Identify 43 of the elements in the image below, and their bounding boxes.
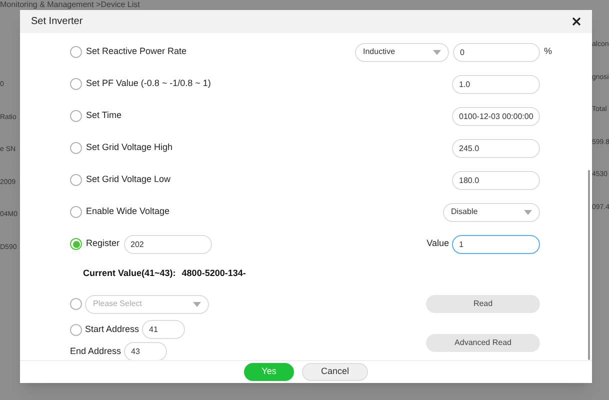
setting-label: Set Grid Voltage High: [86, 141, 173, 154]
close-icon[interactable]: [572, 17, 581, 26]
setting-label: Start Address: [85, 322, 140, 336]
setting-label: Register: [86, 237, 120, 250]
input-field[interactable]: 245.0: [452, 138, 540, 158]
setting-label: Set Time: [86, 109, 122, 122]
unit-label: %: [544, 45, 552, 58]
setting-label: Set PF Value (-0.8 ~ -1/0.8 ~ 1): [86, 77, 211, 90]
radio-button[interactable]: [70, 78, 82, 90]
radio-button[interactable]: [70, 142, 82, 154]
breadcrumb: Monitoring & Management >Device List: [0, 0, 140, 10]
setting-label: Set Reactive Power Rate: [86, 45, 187, 58]
input-field[interactable]: 1: [452, 234, 540, 254]
cancel-button[interactable]: Cancel: [302, 363, 368, 381]
current-value-label: Current Value(41~43):: [83, 267, 176, 280]
input-field[interactable]: 1.0: [452, 74, 540, 94]
input-field[interactable]: 0100-12-03 00:00:00: [452, 106, 540, 126]
setting-label: Value: [426, 237, 449, 250]
radio-button[interactable]: [70, 174, 82, 186]
input-field[interactable]: 43: [124, 342, 168, 360]
dialog-title: Set Inverter: [31, 15, 83, 29]
read-button[interactable]: Read: [426, 295, 540, 313]
input-field[interactable]: 0: [453, 42, 540, 62]
radio-button[interactable]: [70, 298, 82, 310]
read-button[interactable]: Advanced Read: [426, 334, 540, 352]
radio-button[interactable]: [70, 206, 82, 218]
caret-icon: [524, 210, 532, 214]
caret-icon: [433, 50, 441, 54]
radio-button[interactable]: [70, 46, 82, 58]
caret-icon: [193, 302, 201, 306]
setting-label: Enable Wide Voltage: [86, 205, 170, 218]
input-field[interactable]: 202: [124, 234, 212, 254]
radio-button[interactable]: [70, 324, 82, 336]
input-field[interactable]: 180.0: [452, 170, 540, 190]
radio-button[interactable]: [70, 238, 82, 250]
scrollbar[interactable]: [588, 170, 590, 360]
input-field[interactable]: 41: [142, 320, 186, 339]
radio-button[interactable]: [70, 110, 82, 122]
current-value: 4800-5200-134-: [182, 267, 246, 280]
setting-label: End Address: [70, 344, 122, 358]
dropdown[interactable]: Disable: [443, 202, 540, 222]
dropdown[interactable]: Inductive: [355, 42, 449, 62]
setting-label: Set Grid Voltage Low: [86, 173, 171, 186]
